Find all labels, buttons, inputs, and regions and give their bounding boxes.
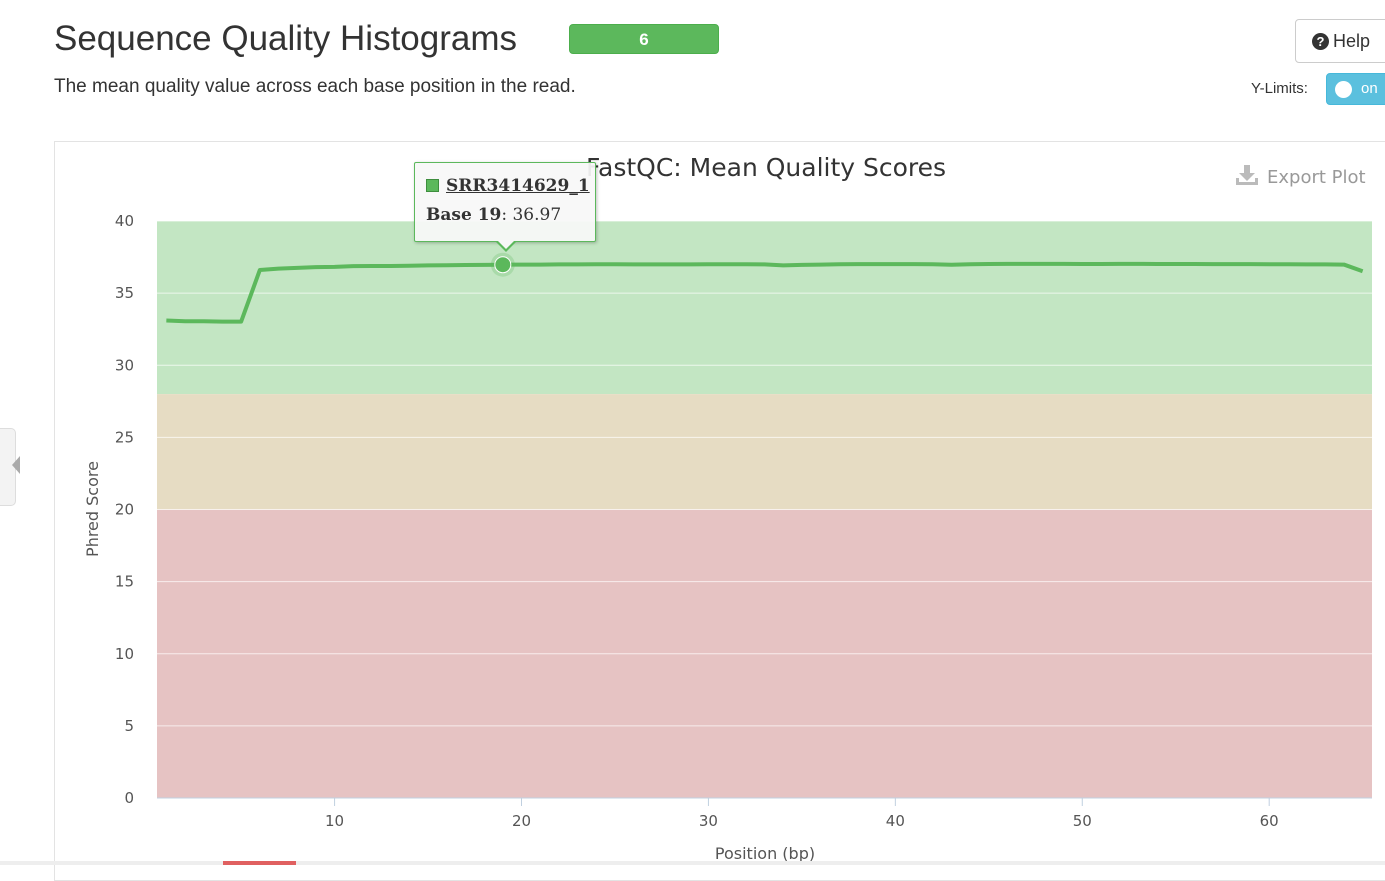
chart-title: FastQC: Mean Quality Scores xyxy=(586,153,946,182)
y-tick-label: 40 xyxy=(115,212,134,230)
tooltip-value: : 36.97 xyxy=(501,205,562,225)
bottom-indicator xyxy=(223,861,296,865)
chart-tooltip: SRR3414629_1 Base 19: 36.97 xyxy=(414,162,596,252)
x-tick-label: 20 xyxy=(512,812,531,830)
export-plot-button[interactable]: Export Plot xyxy=(1235,164,1366,188)
tooltip-series-name: SRR3414629_1 xyxy=(446,176,590,196)
y-tick-label: 35 xyxy=(115,284,134,302)
x-tick-label: 50 xyxy=(1073,812,1092,830)
y-axis-label: Phred Score xyxy=(83,461,102,557)
y-tick-label: 30 xyxy=(115,356,134,374)
download-icon xyxy=(1236,165,1258,185)
x-axis-ticks: 10 20 30 40 50 60 xyxy=(325,798,1279,830)
x-tick-label: 40 xyxy=(886,812,905,830)
x-tick-label: 10 xyxy=(325,812,344,830)
tooltip-value-line: Base 19: 36.97 xyxy=(426,205,561,225)
tooltip-pointer-inner xyxy=(497,240,515,249)
y-tick-label: 25 xyxy=(115,428,134,446)
y-tick-label: 20 xyxy=(115,501,134,519)
y-tick-label: 5 xyxy=(124,717,134,735)
export-plot-label: Export Plot xyxy=(1267,167,1366,188)
y-axis-ticks: 0 5 10 15 20 25 30 35 40 xyxy=(115,212,134,807)
bottom-scroll-track xyxy=(0,861,1385,865)
y-tick-label: 10 xyxy=(115,645,134,663)
tooltip-label: Base 19 xyxy=(426,205,502,225)
series-swatch xyxy=(426,179,439,192)
quality-band-1 xyxy=(157,394,1372,510)
x-tick-label: 30 xyxy=(699,812,718,830)
highlight-point xyxy=(494,256,512,274)
y-tick-label: 0 xyxy=(124,789,134,807)
x-tick-label: 60 xyxy=(1260,812,1279,830)
quality-chart: 0 5 10 15 20 25 30 35 40 10 20 30 40 50 60 FastQC: Me… xyxy=(83,153,1372,863)
y-tick-label: 15 xyxy=(115,573,134,591)
quality-band-0 xyxy=(157,221,1372,395)
